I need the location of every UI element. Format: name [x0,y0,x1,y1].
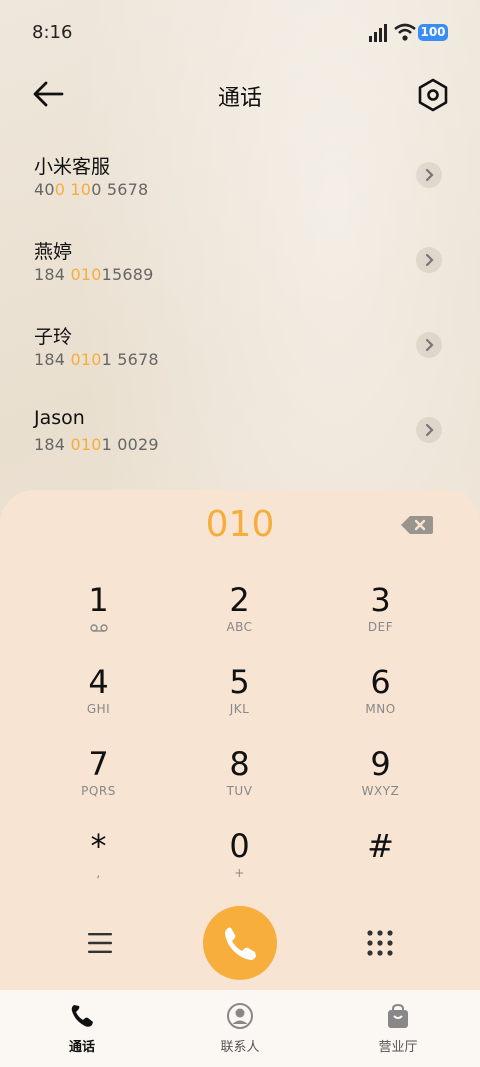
key-digit: 4 [88,663,109,701]
contact-number: 184 0101 5678 [34,350,159,369]
chevron-right-icon[interactable] [416,247,442,273]
key-digit: 8 [229,745,250,783]
key-letters: , [96,866,101,880]
key-digit: # [367,827,394,865]
wifi-icon [394,23,416,41]
header: 通话 [0,70,480,118]
key-digit: * [90,827,107,865]
battery-icon: 100 [418,24,448,41]
chevron-right-icon[interactable] [416,332,442,358]
key-letters: + [234,866,245,880]
status-time: 8:16 [32,22,73,43]
contact-name: Jason [34,407,85,429]
dial-key-3[interactable]: 3 DEF [310,582,451,662]
chevron-right-icon[interactable] [416,162,442,188]
contact-name: 燕婷 [34,241,73,263]
dial-key-1[interactable]: 1 [28,582,169,662]
key-letters: DEF [367,620,394,634]
menu-icon[interactable] [86,930,114,956]
chevron-right-icon[interactable] [416,417,442,443]
dial-key-9[interactable]: 9 WXYZ [310,746,451,826]
key-letters: WXYZ [361,784,400,798]
page-title: 通话 [217,86,262,111]
bottom-tab-bar: 通话 联系人 营业厅 [0,990,480,1067]
tab-label: 通话 [68,1040,95,1055]
key-digit: 1 [88,581,109,619]
key-digit: 6 [370,663,391,701]
key-letters: MNO [365,702,396,716]
contact-item[interactable]: 燕婷 184 01015689 [0,225,480,310]
dial-key-star[interactable]: * , [28,828,169,908]
contact-item[interactable]: Jason 184 0101 0029 [0,395,480,480]
dialpad-panel: 010 1 2 ABC 3 DEF 4 GHI 5 JKL 6 MNO 7 PQ… [0,490,480,990]
key-letters: JKL [229,702,250,716]
dial-key-6[interactable]: 6 MNO [310,664,451,744]
dial-key-8[interactable]: 8 TUV [169,746,310,826]
key-letters: GHI [86,702,111,716]
backspace-icon[interactable] [400,514,434,536]
shopping-bag-icon [388,1003,408,1028]
phone-icon [225,927,256,960]
person-icon [227,1003,253,1029]
contact-number: 184 01015689 [34,265,154,284]
tab-label: 联系人 [220,1040,260,1055]
key-digit: 9 [370,745,391,783]
dialpad-actions [0,906,480,986]
status-bar: 8:16 100 [0,0,480,64]
key-digit: 3 [370,581,391,619]
key-letters: TUV [226,784,253,798]
signal-icon [369,24,387,42]
contact-name: 小米客服 [34,156,111,178]
settings-hexagon-icon[interactable] [414,76,452,114]
dial-key-5[interactable]: 5 JKL [169,664,310,744]
tab-store[interactable]: 营业厅 [338,1002,458,1055]
contact-name: 子玲 [34,326,73,348]
key-letters: PQRS [81,784,116,798]
key-digit: 7 [88,745,109,783]
tab-calls[interactable]: 通话 [22,1002,142,1055]
dial-key-7[interactable]: 7 PQRS [28,746,169,826]
phone-icon [71,1005,93,1027]
voicemail-icon [89,624,108,632]
contact-number: 184 0101 0029 [34,435,159,454]
key-digit: 5 [229,663,250,701]
contact-suggestion-list: 小米客服 400 100 5678 燕婷 184 01015689 子玲 184… [0,140,480,480]
key-digit: 2 [229,581,250,619]
dial-key-4[interactable]: 4 GHI [28,664,169,744]
dial-key-0[interactable]: 0 + [169,828,310,908]
contact-item[interactable]: 小米客服 400 100 5678 [0,140,480,225]
key-digit: 0 [229,827,250,865]
key-letters: ABC [226,620,253,634]
tab-label: 营业厅 [378,1040,418,1055]
tab-contacts[interactable]: 联系人 [180,1002,300,1055]
dial-key-2[interactable]: 2 ABC [169,582,310,662]
call-button[interactable] [203,906,277,980]
contact-item[interactable]: 子玲 184 0101 5678 [0,310,480,395]
dial-key-hash[interactable]: # [310,828,451,908]
keypad-toggle-icon[interactable] [366,929,394,957]
contact-number: 400 100 5678 [34,180,149,199]
